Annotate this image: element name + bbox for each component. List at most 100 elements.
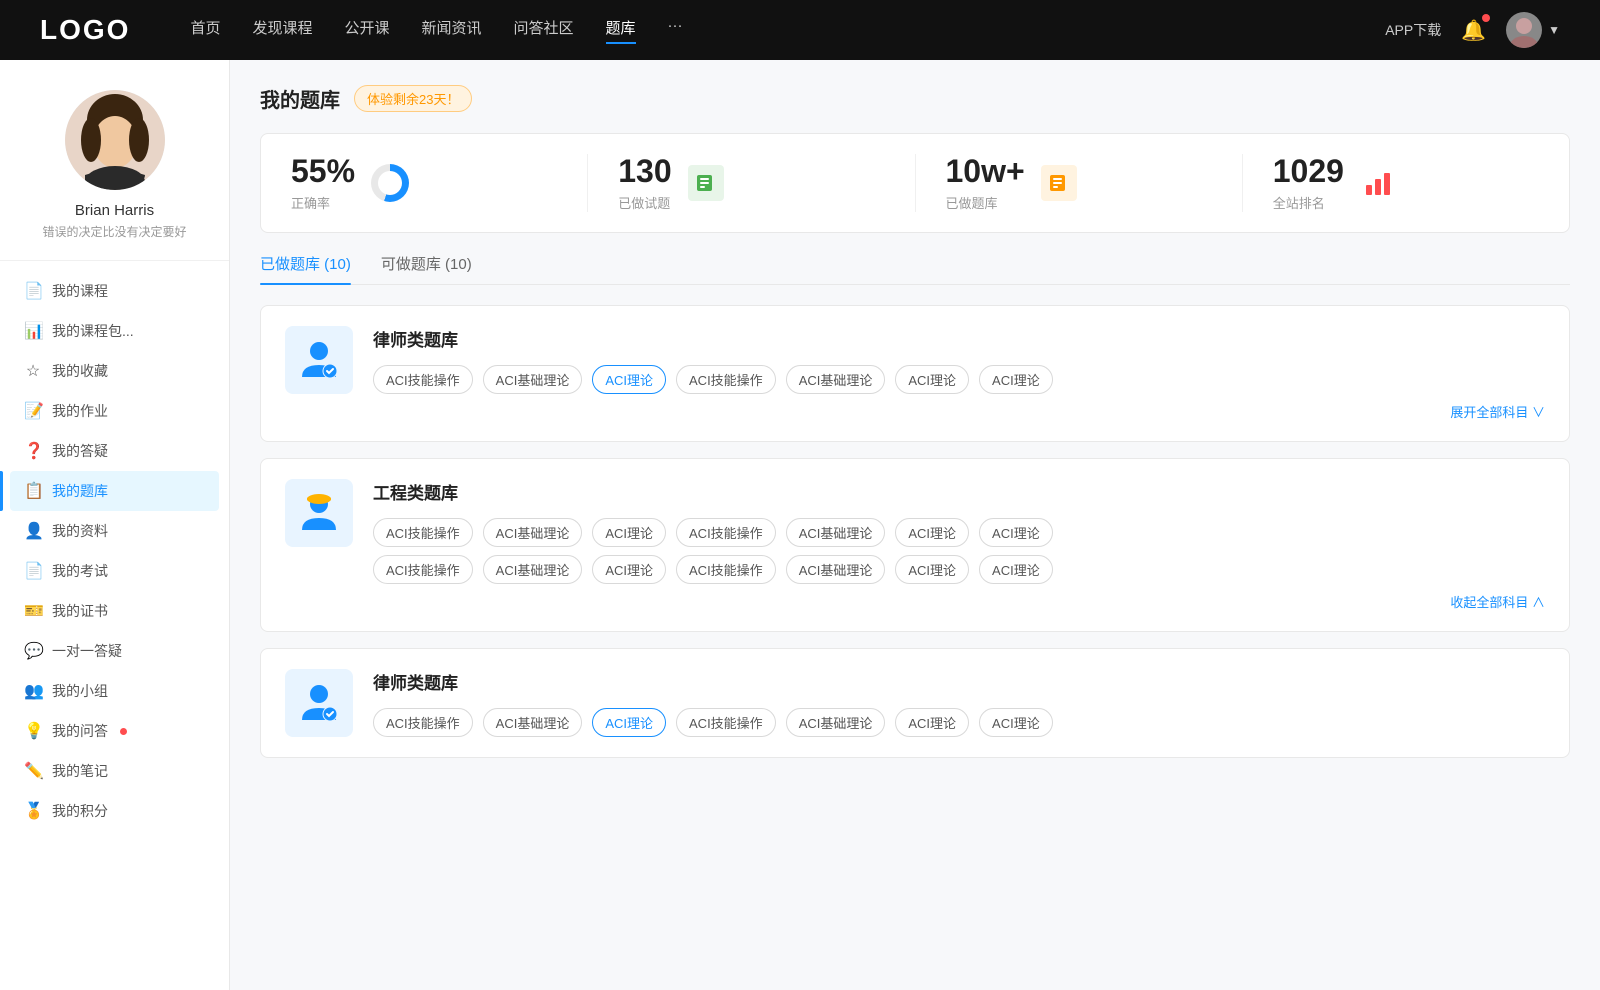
menu-profile[interactable]: 👤 我的资料 (10, 511, 219, 551)
qbank-title-lawyer-1: 律师类题库 (373, 326, 1545, 351)
menu-group[interactable]: 👥 我的小组 (10, 671, 219, 711)
tag-e2-4[interactable]: ACI技能操作 (676, 555, 776, 584)
qbank-title-lawyer-2: 律师类题库 (373, 669, 1545, 694)
tag-e2-2[interactable]: ACI基础理论 (483, 555, 583, 584)
nav-home[interactable]: 首页 (190, 17, 220, 44)
menu-qa[interactable]: ❓ 我的答疑 (10, 431, 219, 471)
tags-row-lawyer-1: ACI技能操作 ACI基础理论 ACI理论 ACI技能操作 ACI基础理论 AC… (373, 365, 1545, 394)
tags-row-engineer-2: ACI技能操作 ACI基础理论 ACI理论 ACI技能操作 ACI基础理论 AC… (373, 555, 1545, 584)
menu-label-profile: 我的资料 (52, 521, 108, 541)
tag-e2-1[interactable]: ACI技能操作 (373, 555, 473, 584)
tag-l1-7[interactable]: ACI理论 (979, 365, 1053, 394)
stat-rank-label: 全站排名 (1273, 193, 1344, 212)
qbank-card-lawyer-1: 律师类题库 ACI技能操作 ACI基础理论 ACI理论 ACI技能操作 ACI基… (260, 305, 1570, 442)
nav-news[interactable]: 新闻资讯 (422, 17, 482, 44)
notification-bell[interactable]: 🔔 (1461, 18, 1486, 43)
page-title: 我的题库 (260, 84, 340, 113)
main-layout: Brian Harris 错误的决定比没有决定要好 📄 我的课程 📊 我的课程包… (0, 60, 1600, 990)
tag-e1-3[interactable]: ACI理论 (592, 518, 666, 547)
menu-questions[interactable]: 💡 我的问答 (10, 711, 219, 751)
tag-e2-6[interactable]: ACI理论 (895, 555, 969, 584)
tag-e2-5[interactable]: ACI基础理论 (786, 555, 886, 584)
tags-row-engineer-1: ACI技能操作 ACI基础理论 ACI理论 ACI技能操作 ACI基础理论 AC… (373, 518, 1545, 547)
group-icon: 👥 (24, 681, 42, 701)
qbank-body-lawyer-2: 律师类题库 ACI技能操作 ACI基础理论 ACI理论 ACI技能操作 ACI基… (373, 669, 1545, 737)
tag-l2-2[interactable]: ACI基础理论 (483, 708, 583, 737)
sidebar-profile: Brian Harris 错误的决定比没有决定要好 (0, 80, 229, 261)
nav-discover[interactable]: 发现课程 (252, 17, 312, 44)
tag-e1-2[interactable]: ACI基础理论 (483, 518, 583, 547)
user-avatar-button[interactable]: ▼ (1506, 12, 1560, 48)
package-icon: 📊 (24, 321, 42, 341)
stat-accuracy-values: 55% 正确率 (291, 154, 355, 212)
nav-open-course[interactable]: 公开课 (344, 17, 389, 44)
menu-label-favorites: 我的收藏 (52, 361, 108, 381)
profile-icon: 👤 (24, 521, 42, 541)
notes-icon: ✏️ (24, 761, 42, 781)
trial-badge: 体验剩余23天！ (354, 85, 472, 112)
tag-l1-6[interactable]: ACI理论 (895, 365, 969, 394)
menu-my-course[interactable]: 📄 我的课程 (10, 271, 219, 311)
1on1-icon: 💬 (24, 641, 42, 661)
app-download-link[interactable]: APP下载 (1385, 20, 1441, 40)
menu-exam[interactable]: 📄 我的考试 (10, 551, 219, 591)
topnav: LOGO 首页 发现课程 公开课 新闻资讯 问答社区 题库 ··· APP下载 … (0, 0, 1600, 60)
menu-1on1-qa[interactable]: 💬 一对一答疑 (10, 631, 219, 671)
menu-label-points: 我的积分 (52, 801, 108, 821)
tag-l2-3[interactable]: ACI理论 (592, 708, 666, 737)
tag-e1-7[interactable]: ACI理论 (979, 518, 1053, 547)
profile-avatar (65, 90, 165, 190)
tag-l2-6[interactable]: ACI理论 (895, 708, 969, 737)
tag-e2-3[interactable]: ACI理论 (592, 555, 666, 584)
menu-favorites[interactable]: ☆ 我的收藏 (10, 351, 219, 391)
stat-done-b-value: 10w+ (946, 154, 1025, 189)
profile-name: Brian Harris (75, 202, 154, 219)
tag-l1-1[interactable]: ACI技能操作 (373, 365, 473, 394)
expand-lawyer-1[interactable]: 展开全部科目 ∨ (373, 402, 1545, 421)
menu-notes[interactable]: ✏️ 我的笔记 (10, 751, 219, 791)
tag-l2-5[interactable]: ACI基础理论 (786, 708, 886, 737)
tag-e2-7[interactable]: ACI理论 (979, 555, 1053, 584)
pie-chart-icon (371, 164, 409, 202)
collapse-engineer[interactable]: 收起全部科目 ∧ (373, 592, 1545, 611)
tag-l1-3[interactable]: ACI理论 (592, 365, 666, 394)
tag-e1-4[interactable]: ACI技能操作 (676, 518, 776, 547)
menu-points[interactable]: 🏅 我的积分 (10, 791, 219, 831)
menu-certificate[interactable]: 🎫 我的证书 (10, 591, 219, 631)
stat-done-b-values: 10w+ 已做题库 (946, 154, 1025, 212)
qbank-card-engineer: 工程类题库 ACI技能操作 ACI基础理论 ACI理论 ACI技能操作 ACI基… (260, 458, 1570, 632)
qa-icon: ❓ (24, 441, 42, 461)
nav-qa[interactable]: 问答社区 (514, 17, 574, 44)
nav-qbank[interactable]: 题库 (606, 17, 636, 44)
tag-l1-5[interactable]: ACI基础理论 (786, 365, 886, 394)
menu-label-exam: 我的考试 (52, 561, 108, 581)
chevron-down-icon: ▼ (1548, 23, 1560, 37)
qbank-icon: 📋 (24, 481, 42, 501)
tab-available-banks[interactable]: 可做题库 (10) (381, 253, 472, 284)
stat-done-q-label: 已做试题 (618, 193, 671, 212)
pie-inner (378, 171, 402, 195)
nav-more[interactable]: ··· (668, 17, 683, 44)
tags-section-engineer: ACI技能操作 ACI基础理论 ACI理论 ACI技能操作 ACI基础理论 AC… (373, 518, 1545, 584)
tabs-row: 已做题库 (10) 可做题库 (10) (260, 253, 1570, 285)
menu-label-course-package: 我的课程包... (52, 321, 134, 341)
menu-course-package[interactable]: 📊 我的课程包... (10, 311, 219, 351)
tag-l1-2[interactable]: ACI基础理论 (483, 365, 583, 394)
tag-l2-1[interactable]: ACI技能操作 (373, 708, 473, 737)
menu-homework[interactable]: 📝 我的作业 (10, 391, 219, 431)
tag-l2-7[interactable]: ACI理论 (979, 708, 1053, 737)
tab-done-banks[interactable]: 已做题库 (10) (260, 253, 351, 284)
profile-motto: 错误的决定比没有决定要好 (42, 223, 186, 240)
qbank-body-engineer: 工程类题库 ACI技能操作 ACI基础理论 ACI理论 ACI技能操作 ACI基… (373, 479, 1545, 611)
sidebar-menu: 📄 我的课程 📊 我的课程包... ☆ 我的收藏 📝 我的作业 ❓ 我的答疑 📋 (0, 271, 229, 831)
stat-rank-value: 1029 (1273, 154, 1344, 189)
tag-e1-6[interactable]: ACI理论 (895, 518, 969, 547)
tag-l1-4[interactable]: ACI技能操作 (676, 365, 776, 394)
tag-l2-4[interactable]: ACI技能操作 (676, 708, 776, 737)
tag-e1-1[interactable]: ACI技能操作 (373, 518, 473, 547)
points-icon: 🏅 (24, 801, 42, 821)
menu-qbank[interactable]: 📋 我的题库 (10, 471, 219, 511)
qbank-icon-engineer (285, 479, 353, 547)
menu-label-questions: 我的问答 (52, 721, 108, 741)
tag-e1-5[interactable]: ACI基础理论 (786, 518, 886, 547)
